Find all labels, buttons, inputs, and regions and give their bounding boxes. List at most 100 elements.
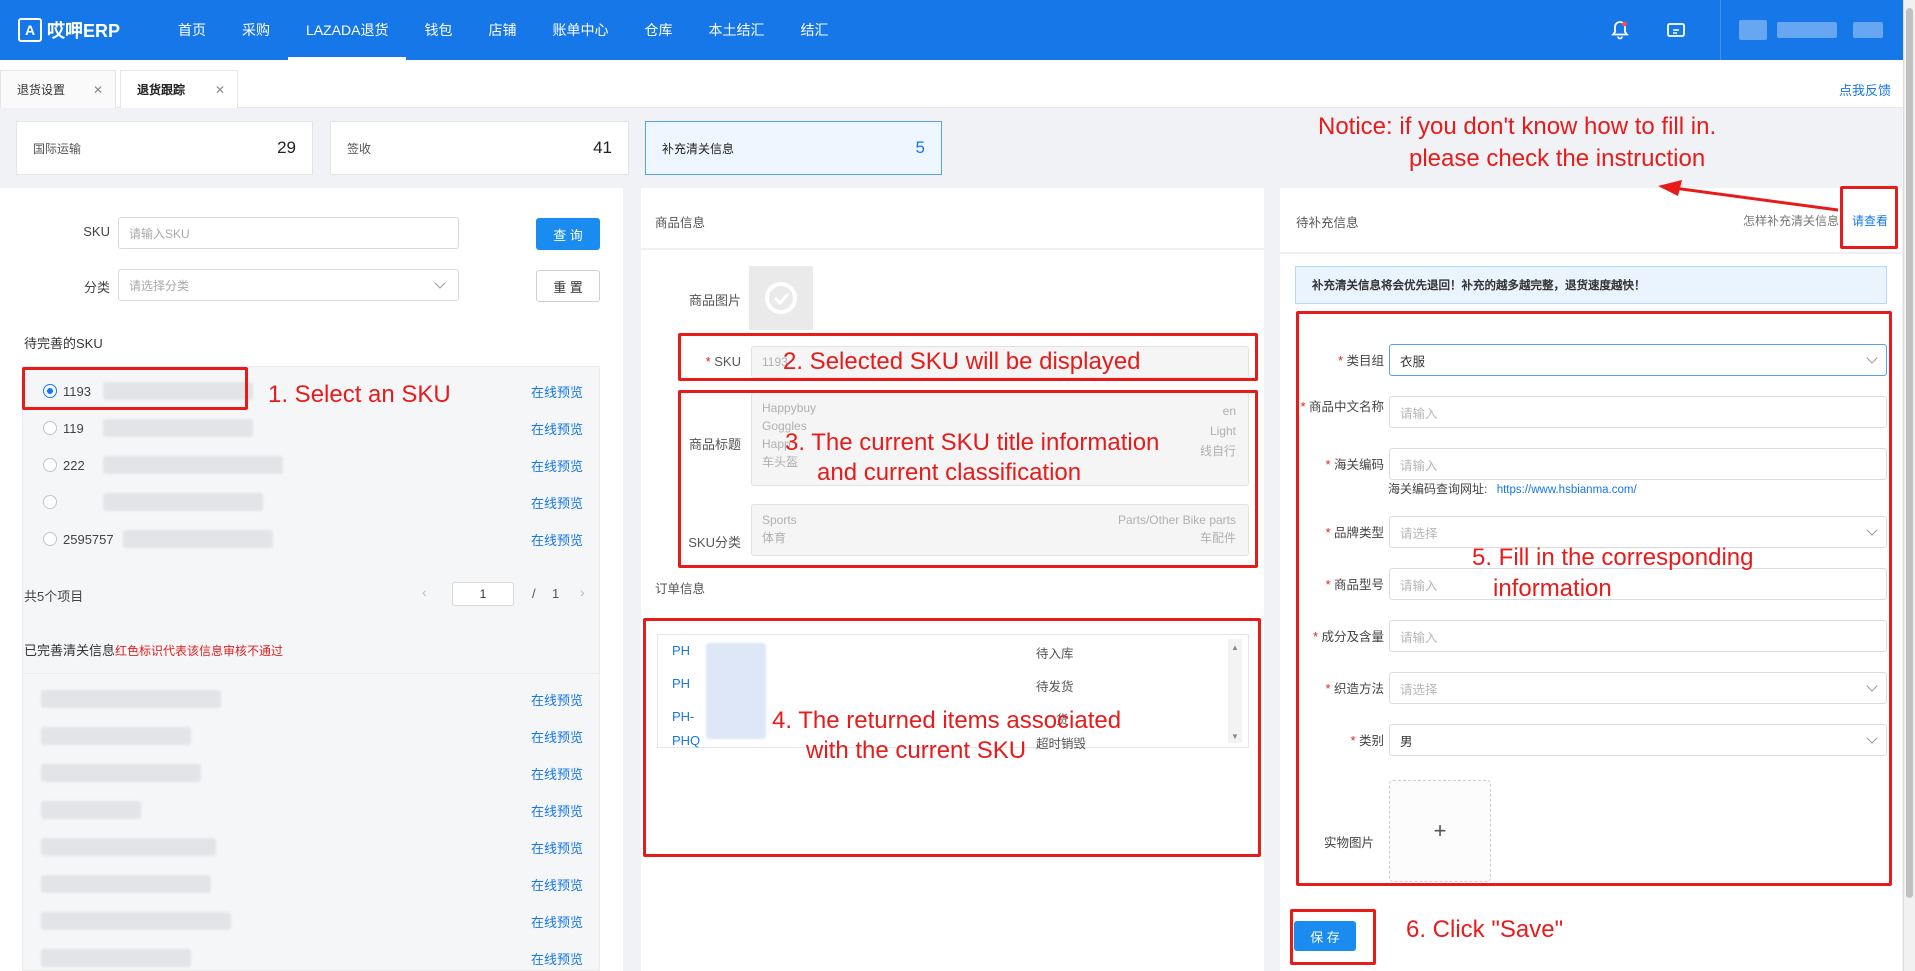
page-separator: / (532, 586, 536, 601)
logo-icon: A (18, 18, 42, 42)
list-item[interactable]: 在线预览 (23, 758, 599, 788)
tab-return-settings[interactable]: 退货设置 ✕ (0, 70, 116, 108)
list-item[interactable]: 222 在线预览 (23, 450, 599, 480)
list-item[interactable]: 在线预览 (23, 869, 599, 899)
page-scrollbar[interactable] (1903, 0, 1915, 971)
close-icon[interactable]: ✕ (93, 71, 103, 109)
online-preview-link[interactable]: 在线预览 (531, 530, 583, 549)
stat-card-customs-info[interactable]: 补充清关信息 5 (645, 121, 942, 175)
stat-card-intl-transport[interactable]: 国际运输 29 (16, 121, 313, 175)
tab-return-tracking[interactable]: 退货跟踪 ✕ (120, 70, 238, 108)
radio[interactable] (43, 421, 57, 435)
stat-value: 5 (915, 138, 925, 157)
list-item[interactable]: 在线预览 (23, 795, 599, 825)
list-item[interactable]: 在线预览 (23, 721, 599, 751)
reset-button[interactable]: 重 置 (536, 270, 600, 302)
sku-blurred (41, 838, 216, 856)
stat-card-signed[interactable]: 签收 41 (330, 121, 629, 175)
nav-item-purchase[interactable]: 采购 (224, 0, 288, 60)
annotation-box-save (1290, 909, 1376, 965)
tab-label: 退货跟踪 (137, 83, 186, 97)
page-tab-bar: 退货设置 ✕ 退货跟踪 ✕ (0, 60, 1903, 108)
main-menu: 首页 采购 LAZADA退货 钱包 店铺 账单中心 仓库 本土结汇 结汇 (160, 0, 846, 60)
list-item[interactable]: 2595757 在线预览 (23, 524, 599, 554)
product-image-label: 商品图片 (688, 293, 741, 308)
completed-title-text: 已完善清关信息 (24, 643, 116, 658)
page-scrollbar-thumb[interactable] (1906, 8, 1913, 898)
list-item[interactable]: 在线预览 (23, 684, 599, 714)
sku-blurred (123, 530, 273, 548)
nav-item-home[interactable]: 首页 (160, 0, 224, 60)
order-info-title: 订单信息 (655, 582, 706, 596)
avatar[interactable] (1739, 20, 1767, 40)
tab-label: 退货设置 (17, 83, 66, 97)
sku-blurred (41, 949, 191, 967)
list-item[interactable]: 在线预览 (23, 943, 599, 971)
annotation-box-check-link (1840, 186, 1898, 249)
stat-label: 签收 (347, 141, 372, 156)
online-preview-link[interactable]: 在线预览 (531, 838, 583, 857)
sku-text: 2595757 (63, 531, 114, 547)
product-image[interactable] (749, 266, 813, 330)
category-select[interactable]: 请选择分类 (118, 269, 459, 301)
annotation-text-4a: 4. The returned items associated (772, 707, 1122, 734)
list-item[interactable]: 在线预览 (23, 906, 599, 936)
sku-blurred (41, 912, 231, 930)
online-preview-link[interactable]: 在线预览 (531, 875, 583, 894)
next-page-icon[interactable]: › (580, 584, 585, 600)
online-preview-link[interactable]: 在线预览 (531, 949, 583, 968)
annotation-text-2: 2. Selected SKU will be displayed (783, 348, 1141, 375)
online-preview-link[interactable]: 在线预览 (531, 690, 583, 709)
sku-text: 119 (63, 420, 84, 436)
annotation-text-3b: and current classification (817, 459, 1082, 486)
sku-filter-label: SKU (83, 224, 110, 239)
pending-sku-title: 待完善的SKU (24, 336, 103, 351)
prev-page-icon[interactable]: ‹ (422, 584, 427, 600)
sku-blurred (103, 419, 253, 437)
online-preview-link[interactable]: 在线预览 (531, 912, 583, 931)
nav-item-wallet[interactable]: 钱包 (406, 0, 470, 60)
bell-icon[interactable] (1608, 18, 1632, 42)
sku-blurred (41, 727, 191, 745)
page-number-input[interactable]: 1 (452, 582, 514, 606)
radio[interactable] (43, 495, 57, 509)
sku-blurred (41, 875, 211, 893)
stat-value: 41 (593, 138, 612, 157)
online-preview-link[interactable]: 在线预览 (531, 419, 583, 438)
completed-sku-list: 在线预览 在线预览 在线预览 在线预览 在线预览 在线预览 在线预览 在线预览 (22, 673, 600, 971)
list-item[interactable]: 在线预览 (23, 487, 599, 517)
list-item[interactable]: 在线预览 (23, 832, 599, 862)
feedback-link[interactable]: 点我反馈 (1839, 80, 1891, 99)
radio[interactable] (43, 458, 57, 472)
nav-item-shop[interactable]: 店铺 (470, 0, 534, 60)
nav-item-settlement[interactable]: 结汇 (782, 0, 846, 60)
list-item[interactable]: 119 在线预览 (23, 413, 599, 443)
online-preview-link[interactable]: 在线预览 (531, 764, 583, 783)
search-button[interactable]: 查 询 (536, 218, 600, 250)
product-info-title: 商品信息 (655, 216, 706, 230)
radio[interactable] (43, 532, 57, 546)
sku-search-input[interactable]: 请输入SKU (118, 217, 459, 249)
app-logo[interactable]: A 哎呷ERP (18, 17, 148, 43)
total-count: 共5个项目 (24, 589, 84, 604)
annotation-box-select-sku (22, 367, 248, 410)
message-icon[interactable] (1664, 18, 1688, 42)
online-preview-link[interactable]: 在线预览 (531, 493, 583, 512)
online-preview-link[interactable]: 在线预览 (531, 382, 583, 401)
user-extra-blurred (1853, 22, 1883, 38)
online-preview-link[interactable]: 在线预览 (531, 801, 583, 820)
category-filter-label: 分类 (83, 280, 110, 295)
sku-blurred (103, 456, 283, 474)
nav-item-lazada-returns[interactable]: LAZADA退货 (288, 0, 407, 60)
annotation-text-1: 1. Select an SKU (268, 381, 451, 408)
online-preview-link[interactable]: 在线预览 (531, 727, 583, 746)
nav-item-warehouse[interactable]: 仓库 (626, 0, 690, 60)
close-icon[interactable]: ✕ (215, 71, 225, 109)
annotation-arrow-icon (1658, 180, 1839, 212)
stat-label: 补充清关信息 (662, 141, 735, 156)
nav-item-local-settlement[interactable]: 本土结汇 (690, 0, 782, 60)
online-preview-link[interactable]: 在线预览 (531, 456, 583, 475)
sku-text: 222 (63, 457, 85, 473)
annotation-text-5a: 5. Fill in the corresponding (1472, 544, 1754, 571)
nav-item-billing-center[interactable]: 账单中心 (534, 0, 626, 60)
